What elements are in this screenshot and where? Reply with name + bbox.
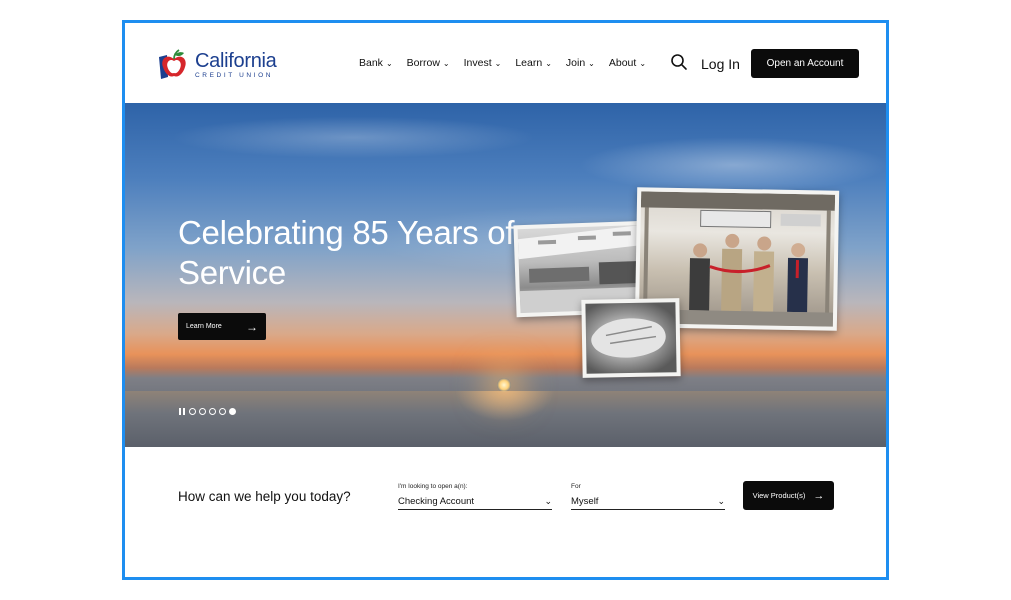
nav-item-invest[interactable]: Invest ⌄ bbox=[464, 57, 502, 69]
nav-item-label: Bank bbox=[359, 57, 383, 69]
logo[interactable]: California CREDIT UNION bbox=[155, 45, 277, 85]
product-type-value: Checking Account bbox=[398, 496, 475, 507]
nav-item-label: Borrow bbox=[406, 57, 440, 69]
slide-dot-3[interactable] bbox=[209, 408, 216, 415]
hero-sun-reflection bbox=[455, 391, 555, 421]
chevron-down-icon: ⌄ bbox=[545, 59, 552, 68]
hero-title: Celebrating 85 Years of Service bbox=[178, 214, 515, 291]
chevron-down-icon: ⌄ bbox=[494, 59, 502, 68]
nav-item-label: Join bbox=[565, 57, 586, 69]
chevron-down-icon: ⌄ bbox=[442, 59, 450, 68]
for-whom-field: For Myself ⌄ bbox=[571, 483, 725, 510]
nav-item-learn[interactable]: Learn ⌄ bbox=[515, 57, 552, 69]
product-type-select[interactable]: Checking Account ⌄ bbox=[398, 494, 552, 510]
nav-item-borrow[interactable]: Borrow ⌄ bbox=[407, 57, 450, 69]
arrow-right-icon: → bbox=[813, 489, 825, 502]
learn-more-button[interactable]: Learn More → bbox=[178, 313, 266, 340]
nav-item-label: About bbox=[608, 57, 637, 69]
browser-frame: California CREDIT UNION Bank ⌄ Borrow ⌄ … bbox=[122, 20, 889, 580]
for-whom-select[interactable]: Myself ⌄ bbox=[571, 494, 725, 510]
historic-photo-aerial bbox=[581, 298, 681, 378]
nav-item-join[interactable]: Join ⌄ bbox=[566, 57, 595, 69]
nav-item-label: Learn bbox=[515, 57, 543, 69]
for-whom-label: For bbox=[571, 483, 581, 490]
login-link[interactable]: Log In bbox=[701, 56, 740, 72]
slider-controls bbox=[179, 408, 239, 415]
logo-name: California bbox=[195, 49, 277, 72]
nav-item-bank[interactable]: Bank ⌄ bbox=[359, 57, 393, 69]
open-account-button[interactable]: Open an Account bbox=[751, 49, 859, 78]
learn-more-label: Learn More bbox=[186, 323, 222, 330]
hero-banner: Celebrating 85 Years of Service Learn Mo… bbox=[125, 103, 886, 447]
chevron-down-icon: ⌄ bbox=[588, 59, 595, 68]
pause-icon[interactable] bbox=[179, 408, 185, 415]
view-products-label: View Product(s) bbox=[752, 491, 806, 500]
hero-sun bbox=[497, 378, 511, 392]
chevron-down-icon: ⌄ bbox=[385, 59, 393, 68]
product-type-label: I'm looking to open a(n): bbox=[398, 483, 468, 490]
main-nav: Bank ⌄ Borrow ⌄ Invest ⌄ Learn ⌄ Join ⌄ … bbox=[359, 57, 660, 69]
slide-dot-1[interactable] bbox=[189, 408, 196, 415]
logo-subtitle: CREDIT UNION bbox=[195, 71, 274, 79]
chevron-down-icon: ⌄ bbox=[639, 59, 647, 68]
apple-logo-icon bbox=[155, 47, 193, 83]
product-type-field: I'm looking to open a(n): Checking Accou… bbox=[398, 483, 552, 510]
slide-dot-4[interactable] bbox=[219, 408, 226, 415]
nav-item-about[interactable]: About ⌄ bbox=[609, 57, 646, 69]
site-header: California CREDIT UNION Bank ⌄ Borrow ⌄ … bbox=[125, 23, 886, 103]
help-prompt: How can we help you today? bbox=[178, 489, 351, 504]
view-products-button[interactable]: View Product(s) → bbox=[743, 481, 834, 510]
slide-dot-2[interactable] bbox=[199, 408, 206, 415]
chevron-down-icon: ⌄ bbox=[717, 496, 725, 506]
slide-dot-5[interactable] bbox=[229, 408, 236, 415]
chevron-down-icon: ⌄ bbox=[544, 496, 552, 506]
nav-item-label: Invest bbox=[463, 57, 492, 69]
for-whom-value: Myself bbox=[571, 496, 599, 507]
search-icon[interactable] bbox=[670, 53, 688, 71]
arrow-right-icon: → bbox=[246, 319, 258, 334]
